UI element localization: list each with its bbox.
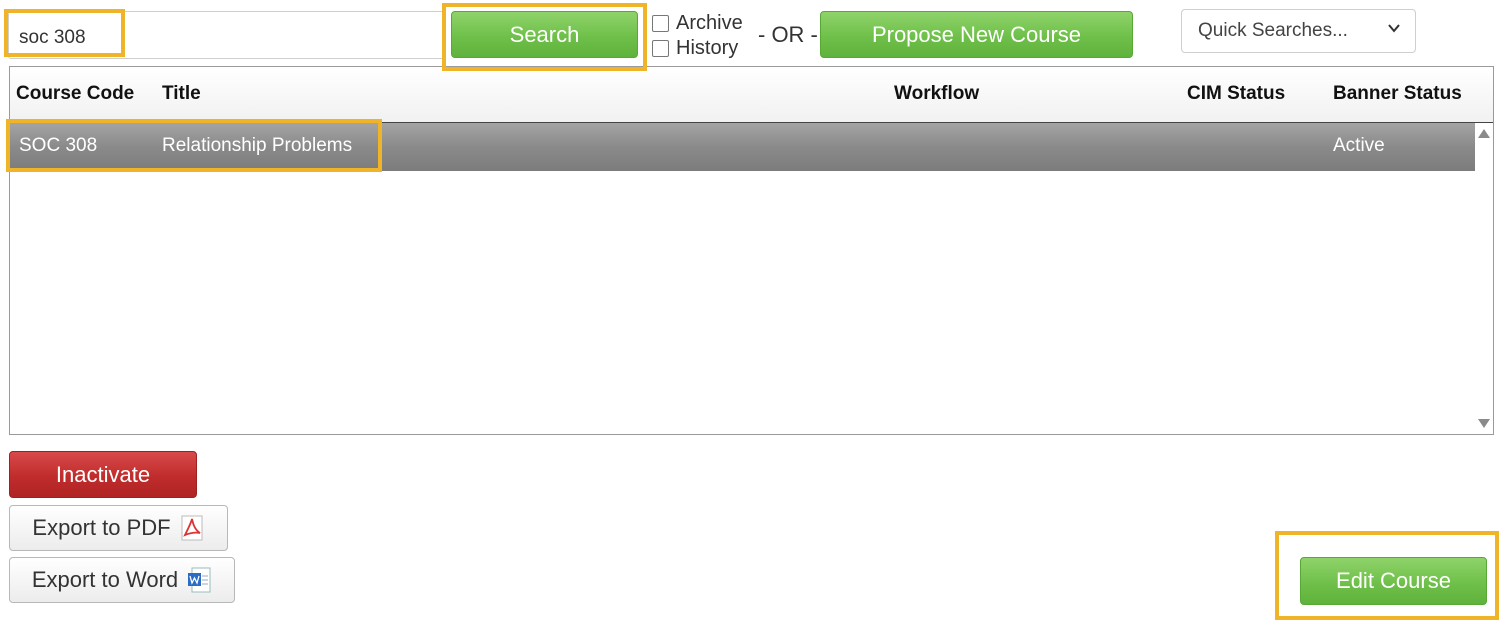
column-header-title[interactable]: Title	[162, 83, 201, 105]
propose-new-course-button[interactable]: Propose New Course	[820, 11, 1133, 58]
chevron-down-icon	[1388, 24, 1400, 33]
archive-label: Archive	[676, 12, 743, 34]
cell-banner-status: Active	[1333, 135, 1385, 156]
export-pdf-label: Export to PDF	[32, 515, 171, 540]
history-checkbox[interactable]	[652, 40, 669, 57]
archive-checkbox[interactable]	[652, 15, 669, 32]
scroll-down-arrow-icon[interactable]	[1478, 419, 1490, 428]
highlight-search-input	[4, 9, 125, 57]
export-word-button[interactable]: Export to Word	[9, 557, 235, 603]
export-word-label: Export to Word	[31, 567, 179, 592]
quick-searches-value: Quick Searches...	[1198, 20, 1348, 41]
archive-checkbox-row[interactable]: Archive	[652, 12, 743, 35]
table-scrollbar[interactable]	[1475, 123, 1493, 434]
or-separator: - OR -	[758, 22, 818, 47]
column-header-course-code[interactable]: Course Code	[16, 83, 134, 105]
export-pdf-button[interactable]: Export to PDF	[9, 505, 228, 551]
column-header-banner-status[interactable]: Banner Status	[1333, 83, 1462, 105]
scroll-up-arrow-icon[interactable]	[1478, 129, 1490, 138]
word-icon	[186, 567, 212, 593]
history-label: History	[676, 37, 739, 59]
quick-searches-select[interactable]: Quick Searches...	[1181, 9, 1416, 53]
column-header-cim-status[interactable]: CIM Status	[1187, 83, 1285, 105]
column-header-workflow[interactable]: Workflow	[894, 83, 979, 105]
table-header: Course Code Title Workflow CIM Status Ba…	[10, 67, 1493, 123]
pdf-icon	[179, 515, 205, 541]
highlight-edit-course-button	[1275, 531, 1499, 620]
inactivate-button[interactable]: Inactivate	[9, 451, 197, 498]
history-checkbox-row[interactable]: History	[652, 37, 738, 60]
highlight-search-button	[442, 3, 647, 71]
highlight-course-row	[6, 119, 382, 172]
